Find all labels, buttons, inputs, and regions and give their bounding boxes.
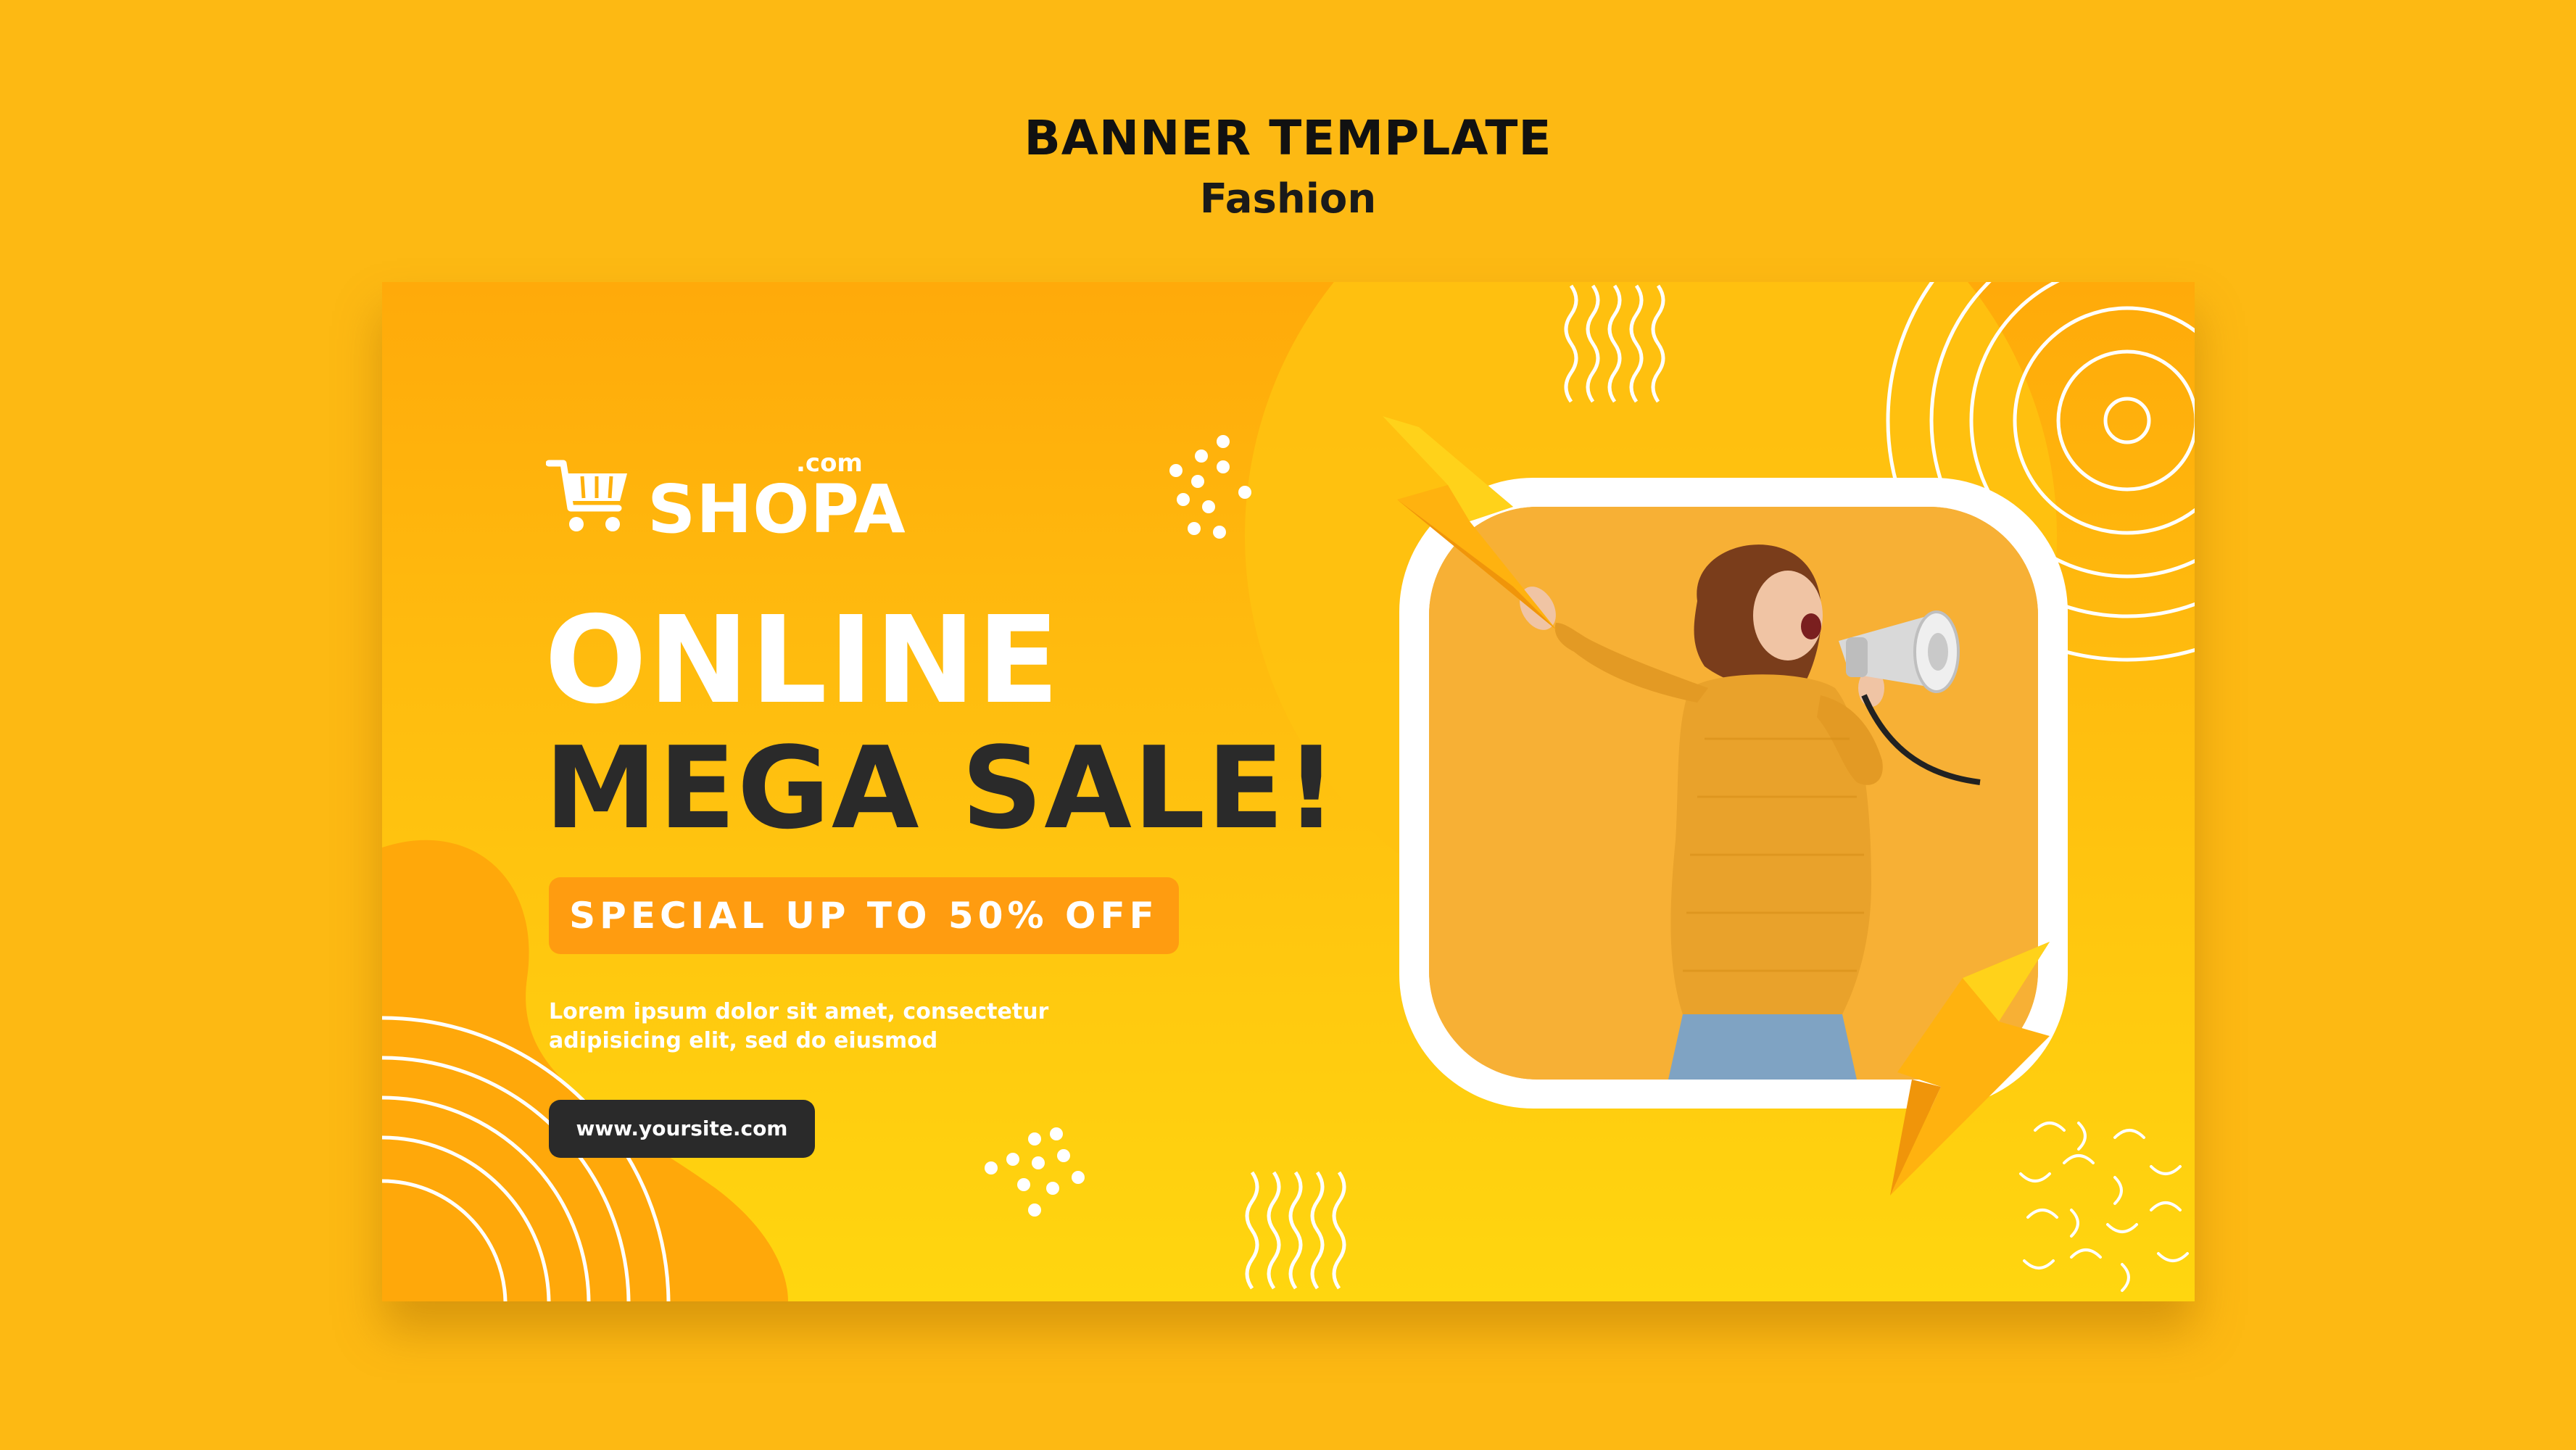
lightning-bolt-icon [1890, 942, 2050, 1196]
lightning-bolts [1383, 416, 2050, 1196]
page-title: BANNER TEMPLATE [1024, 110, 1552, 166]
banner: .com SHOPA ONLINE MEGA SALE! SPECIAL UP … [382, 282, 2195, 1301]
page-subtitle: Fashion [1199, 175, 1377, 223]
page: BANNER TEMPLATE Fashion .com SHOPA ONLIN… [0, 0, 2576, 1450]
lightning-bolt-icon [1383, 416, 1557, 630]
